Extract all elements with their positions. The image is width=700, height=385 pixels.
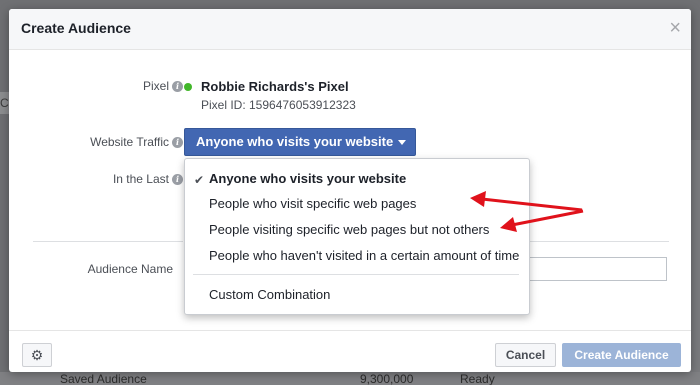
pixel-name: Robbie Richards's Pixel (201, 79, 349, 94)
in-the-last-label-row: In the Last i (69, 172, 183, 186)
gear-icon: ⚙ (30, 347, 44, 363)
cancel-button[interactable]: Cancel (495, 343, 556, 367)
audience-name-label: Audience Name (87, 262, 173, 276)
section-divider (529, 241, 669, 242)
close-icon[interactable]: × (669, 18, 681, 38)
create-audience-dialog: Create Audience × Pixel i Robbie Richards… (9, 9, 691, 372)
section-divider (33, 241, 183, 242)
pixel-label-row: Pixel i (117, 79, 183, 93)
menu-item-not-visited[interactable]: People who haven't visited in a certain … (209, 248, 519, 263)
website-traffic-menu: ✔ Anyone who visits your website People … (184, 158, 530, 315)
menu-item-specific-pages[interactable]: People who visit specific web pages (209, 196, 416, 211)
settings-button[interactable]: ⚙ (22, 343, 52, 367)
in-the-last-label: In the Last (112, 172, 169, 186)
pixel-status-dot (184, 83, 192, 91)
background-table-row: Saved Audience 9,300,000 Ready (0, 372, 700, 385)
dialog-title: Create Audience (21, 20, 131, 36)
website-traffic-dropdown-button[interactable]: Anyone who visits your website (184, 128, 416, 156)
pixel-label: Pixel (142, 79, 169, 93)
info-icon[interactable]: i (172, 137, 183, 149)
footer-divider (9, 330, 691, 331)
info-icon[interactable]: i (172, 174, 183, 186)
menu-item-anyone[interactable]: Anyone who visits your website (209, 171, 406, 186)
background-row-size: 9,300,000 (360, 372, 414, 385)
check-icon: ✔ (194, 173, 205, 187)
info-icon[interactable]: i (172, 81, 183, 93)
create-audience-button[interactable]: Create Audience (562, 343, 681, 367)
menu-item-specific-not-others[interactable]: People visiting specific web pages but n… (209, 222, 489, 237)
background-row-name: Saved Audience (60, 372, 147, 385)
menu-item-custom-combination[interactable]: Custom Combination (209, 287, 330, 302)
menu-divider (193, 274, 519, 275)
website-traffic-label: Website Traffic (90, 135, 169, 149)
pixel-id: Pixel ID: 1596476053912323 (201, 98, 356, 112)
dialog-header: Create Audience × (9, 9, 691, 50)
website-traffic-selected: Anyone who visits your website (196, 134, 394, 149)
website-traffic-label-row: Website Traffic i (49, 135, 183, 149)
background-row-status: Ready (460, 372, 495, 385)
caret-down-icon (398, 140, 407, 146)
